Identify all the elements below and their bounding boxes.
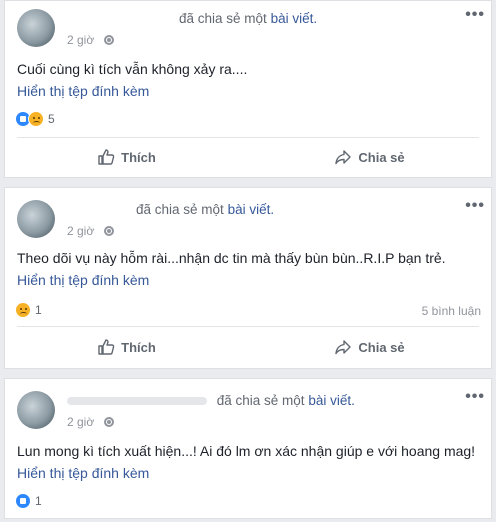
reaction-count: 1 <box>35 303 42 317</box>
comment-count-link[interactable]: 5 bình luận <box>422 304 481 318</box>
post-link[interactable]: bài viết. <box>308 393 355 408</box>
divider <box>17 326 479 327</box>
avatar[interactable] <box>17 200 55 238</box>
header-action-text: đã chia sẻ một <box>216 393 305 408</box>
author-name[interactable] <box>67 397 207 406</box>
divider <box>17 137 479 138</box>
globe-icon <box>103 417 114 427</box>
thumbs-up-icon <box>98 339 115 355</box>
share-label: Chia sẻ <box>358 149 405 165</box>
sad-reaction-icon <box>15 302 31 318</box>
share-button[interactable]: Chia sẻ <box>248 141 491 173</box>
show-attachment-link[interactable]: Hiển thị tệp đính kèm <box>17 272 149 288</box>
post-text: Cuối cùng kì tích vẫn không xảy ra.... <box>17 61 248 77</box>
globe-icon <box>103 226 114 236</box>
ellipsis-icon[interactable]: ••• <box>465 198 485 214</box>
reaction-count: 5 <box>48 112 55 126</box>
share-arrow-icon <box>335 340 352 355</box>
share-button[interactable]: Chia sẻ <box>248 331 491 363</box>
post-link[interactable]: bài viết. <box>271 11 318 26</box>
reaction-summary[interactable]: 1 <box>15 493 42 509</box>
ellipsis-icon[interactable]: ••• <box>465 7 485 23</box>
thumbs-up-icon <box>98 149 115 165</box>
post-text: Lun mong kì tích xuất hiện...! Ai đó lm … <box>17 443 476 459</box>
reaction-summary[interactable]: 5 <box>15 111 55 127</box>
like-label: Thích <box>121 149 156 165</box>
avatar[interactable] <box>17 391 55 429</box>
post-actions: Thích Chia sẻ <box>5 331 491 363</box>
like-button[interactable]: Thích <box>5 141 248 173</box>
like-button[interactable]: Thích <box>5 331 248 363</box>
post-meta: 2 giờ <box>67 415 114 429</box>
timestamp[interactable]: 2 giờ <box>67 224 94 238</box>
post-meta: 2 giờ <box>67 33 114 47</box>
reaction-count: 1 <box>35 494 42 508</box>
timestamp[interactable]: 2 giờ <box>67 415 94 429</box>
header-action-text: đã chia sẻ một <box>136 202 224 217</box>
globe-icon <box>103 35 114 45</box>
timestamp[interactable]: 2 giờ <box>67 33 94 47</box>
reaction-summary[interactable]: 1 <box>15 302 42 318</box>
post-link[interactable]: bài viết. <box>228 202 275 217</box>
post-header: đã chia sẻ một bài viết. <box>136 202 274 217</box>
feed-post: đã chia sẻ một bài viết. 2 giờ ••• Theo … <box>4 187 492 369</box>
feed-post: đã chia sẻ một bài viết. 2 giờ ••• Cuối … <box>4 0 492 178</box>
post-header: đã chia sẻ một bài viết. <box>179 11 317 26</box>
sad-reaction-icon <box>28 111 44 127</box>
like-label: Thích <box>121 339 156 355</box>
post-header: đã chia sẻ một bài viết. <box>67 393 355 408</box>
share-arrow-icon <box>335 150 352 165</box>
header-action-text: đã chia sẻ một <box>179 11 267 26</box>
post-meta: 2 giờ <box>67 224 114 238</box>
avatar[interactable] <box>17 9 55 47</box>
ellipsis-icon[interactable]: ••• <box>465 389 485 405</box>
post-actions: Thích Chia sẻ <box>5 141 491 173</box>
show-attachment-link[interactable]: Hiển thị tệp đính kèm <box>17 465 149 481</box>
show-attachment-link[interactable]: Hiển thị tệp đính kèm <box>17 83 149 99</box>
share-label: Chia sẻ <box>358 339 405 355</box>
like-reaction-icon <box>15 493 31 509</box>
feed-post: đã chia sẻ một bài viết. 2 giờ ••• Lun m… <box>4 378 492 519</box>
post-text: Theo dõi vụ này hỗm rài...nhận dc tin mà… <box>17 250 446 266</box>
